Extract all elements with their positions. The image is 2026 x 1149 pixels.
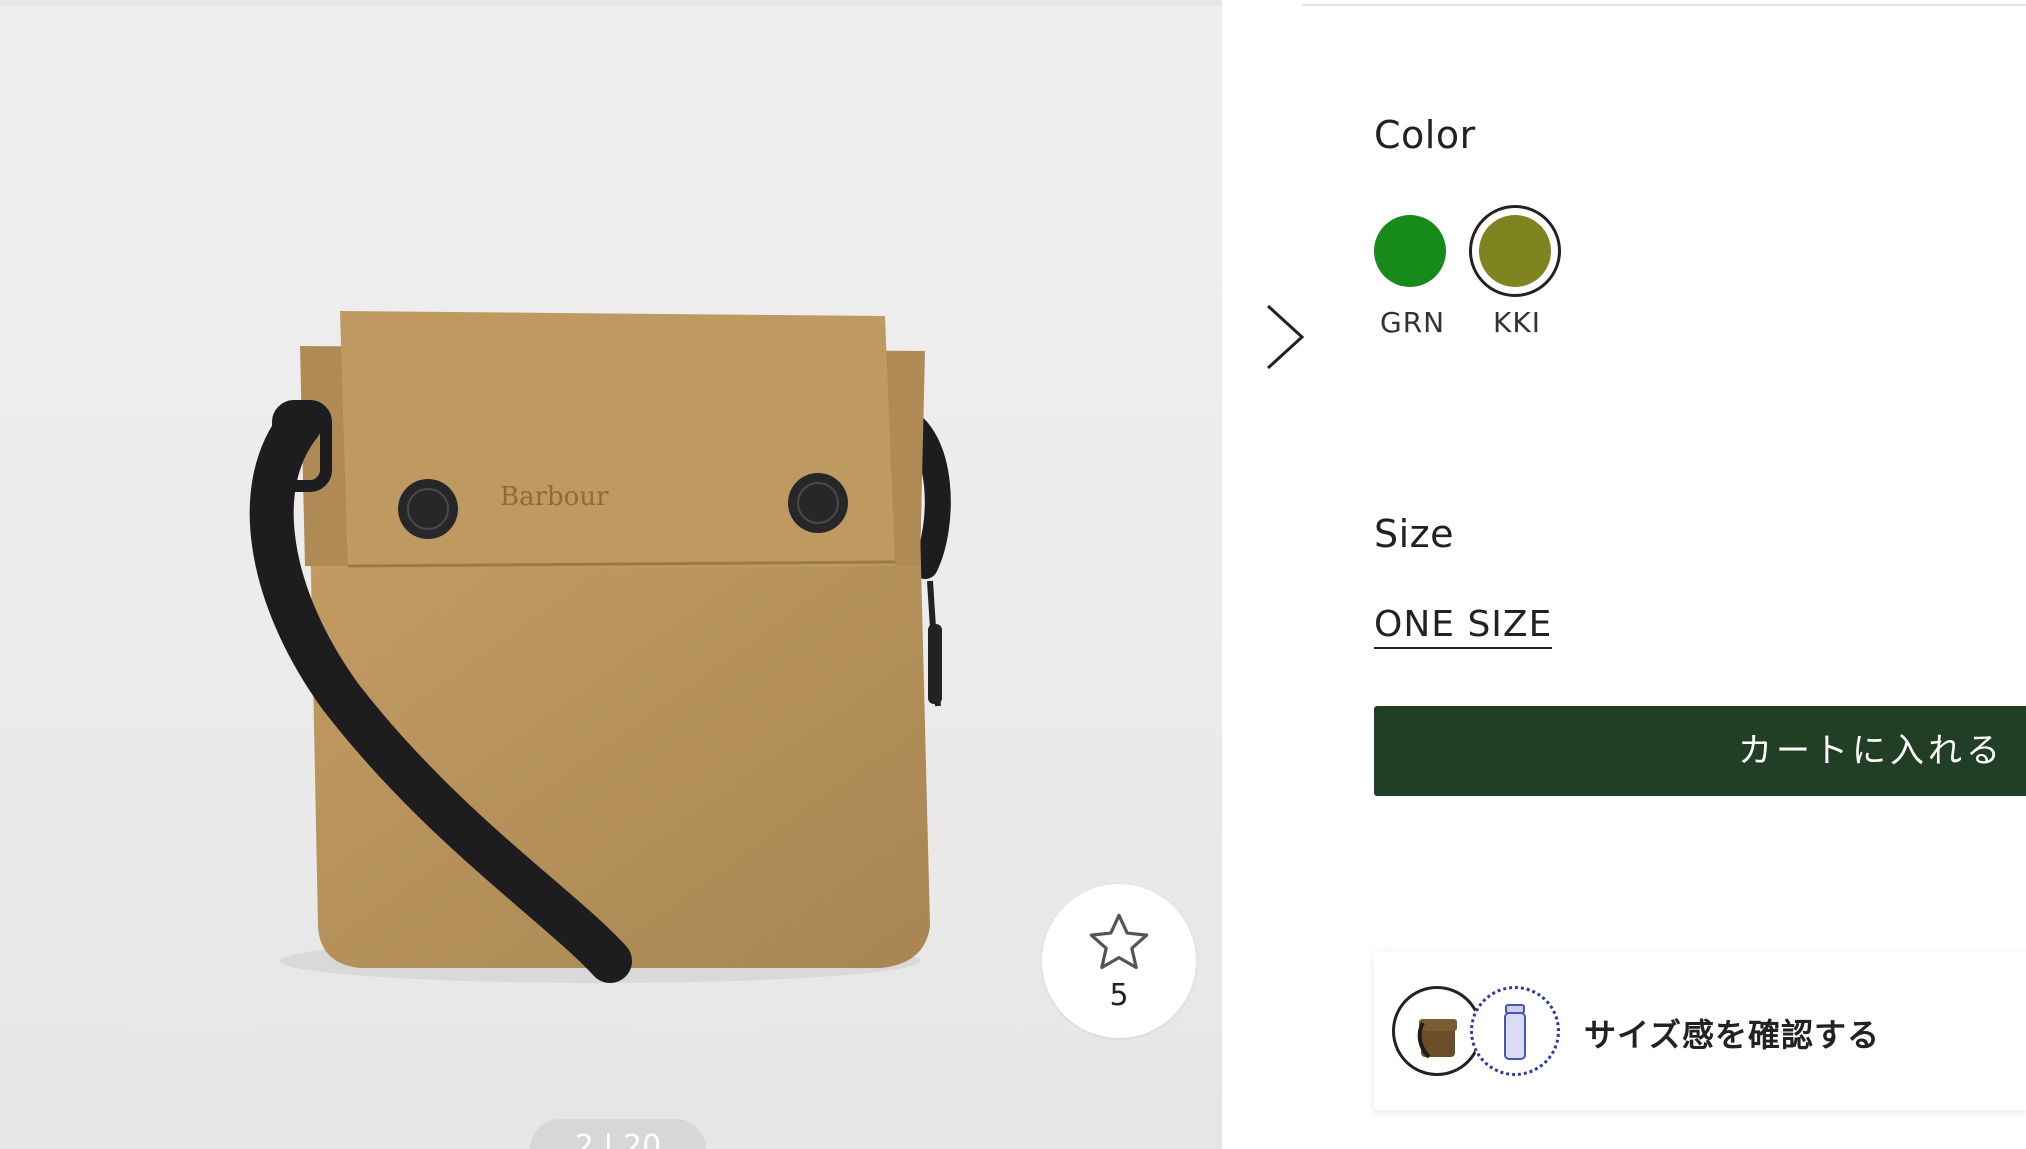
size-label: Size <box>1374 512 1455 556</box>
star-icon <box>1089 913 1149 970</box>
color-name-kki: KKI <box>1493 306 1541 339</box>
favorite-count: 5 <box>1109 978 1129 1013</box>
size-option-one-size[interactable]: ONE SIZE <box>1374 604 1553 649</box>
product-gallery[interactable]: Barbour 5 2 | 20 <box>0 6 1222 1149</box>
bag-thumbnail-icon <box>1392 986 1482 1076</box>
chevron-right-icon[interactable] <box>1262 302 1308 372</box>
color-name-grn: GRN <box>1380 306 1446 339</box>
product-image <box>249 311 951 983</box>
bottle-icon <box>1470 986 1560 1076</box>
add-to-cart-button[interactable]: カートに入れる <box>1374 706 2026 796</box>
color-dot-grn <box>1374 215 1446 287</box>
color-dot-kki <box>1479 215 1551 287</box>
top-divider-right <box>1302 4 2026 6</box>
brand-embossed-label: Barbour <box>500 482 609 512</box>
color-swatch-kki[interactable] <box>1469 205 1561 297</box>
color-label: Color <box>1374 113 1476 157</box>
color-swatch-grn[interactable] <box>1374 212 1466 304</box>
favorite-button[interactable]: 5 <box>1042 884 1196 1038</box>
size-check-card[interactable]: サイズ感を確認する <box>1374 952 2026 1110</box>
image-counter: 2 | 20 <box>530 1119 706 1149</box>
size-check-label: サイズ感を確認する <box>1584 1016 1881 1054</box>
